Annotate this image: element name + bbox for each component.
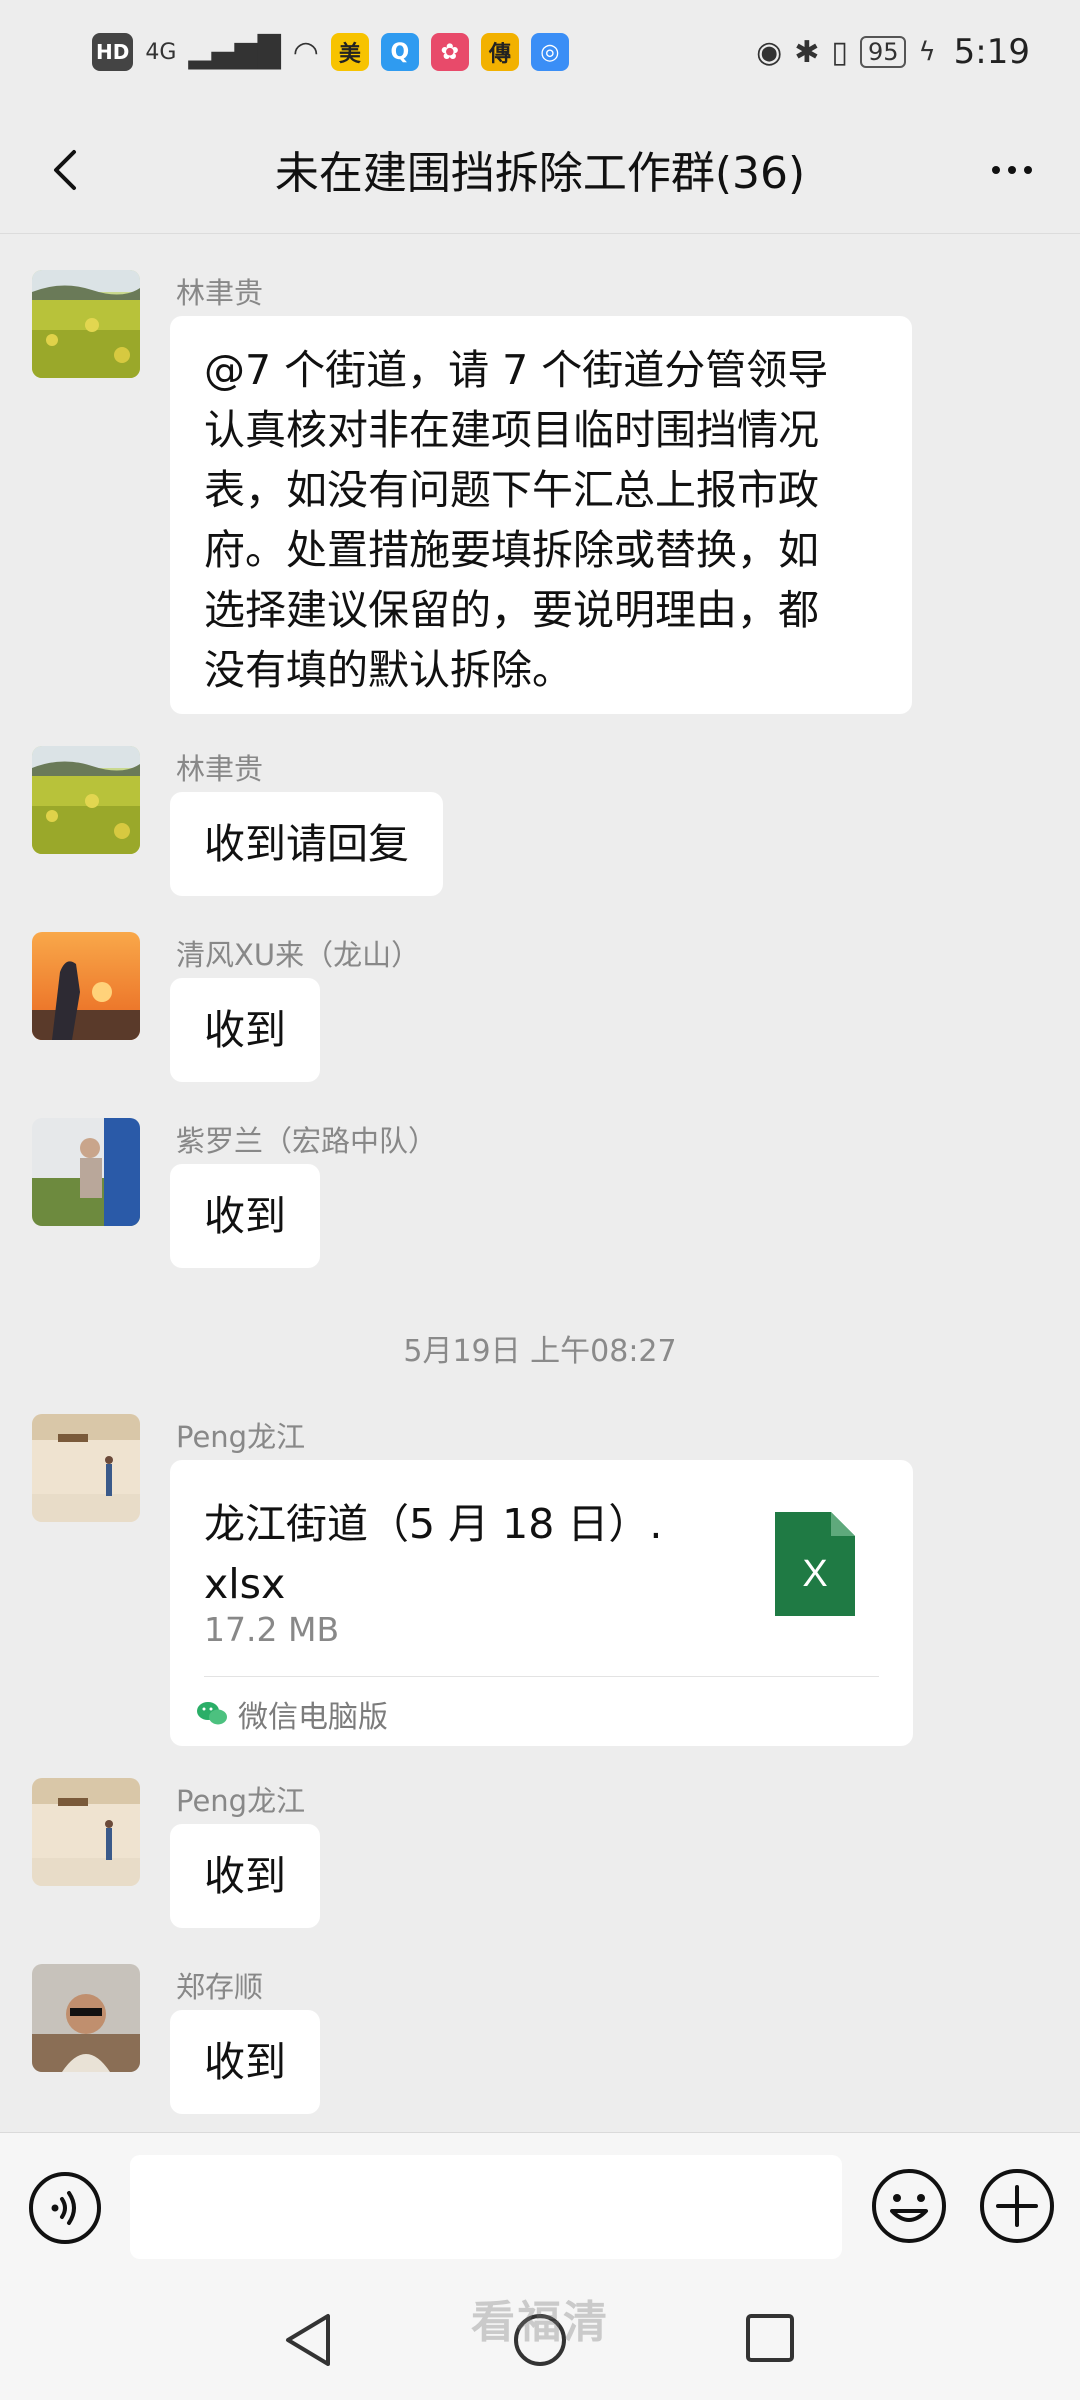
charging-icon: ϟ [918,37,936,67]
message-line: 府。处置措施要填拆除或替换，如 [204,526,819,574]
message-line: 选择建议保留的，要说明理由，都 [204,586,819,634]
message-text: 收到 [204,2038,286,2086]
voice-input-button[interactable] [28,2171,102,2249]
watermark: 看福清 [471,2297,609,2348]
triangle-back-icon [286,2314,330,2366]
message-bubble[interactable]: 收到 [170,1824,320,1928]
outdoor-avatar-icon [32,1118,140,1226]
avatar[interactable] [32,1118,140,1226]
more-dots-icon [1024,166,1032,174]
room-avatar-icon [32,1778,140,1886]
group-title: 未在建围挡拆除工作群(36) [274,147,806,199]
voice-icon [29,2172,101,2244]
more-dots-icon [992,166,1000,174]
more-actions-button[interactable] [978,2167,1056,2249]
avatar[interactable] [32,746,140,854]
avatar[interactable] [32,932,140,1040]
message-bubble[interactable]: 收到 [170,1164,320,1268]
sender-name: 紫罗兰（宏路中队） [176,1124,438,1158]
file-name: 龙江街道（5 月 18 日）. xlsx [204,1494,724,1614]
message-line: 没有填的默认拆除。 [204,646,573,694]
rapeseed-field-avatar-icon [32,746,140,854]
room-avatar-icon [32,1414,140,1522]
message-text: 收到请回复 [204,820,409,868]
app-notification-icon: 傳 [480,33,519,71]
sender-name: Peng龙江 [176,1784,306,1818]
status-right: ◉ ✱ ▯ 95 ϟ 5:19 [756,32,1030,72]
time-separator: 5月19日 上午08:27 [403,1334,677,1369]
file-type-label: X [802,1553,827,1595]
message-bubble[interactable]: 收到请回复 [170,792,443,896]
message-text: 收到 [204,1006,286,1054]
more-dots-icon [1008,166,1016,174]
message-text: 收到 [204,1852,286,1900]
app-notification-icon: ◎ [530,33,569,71]
system-recents-button[interactable] [744,2312,796,2368]
message-bubble[interactable]: 收到 [170,978,320,1082]
sender-name: 郑存顺 [176,1970,264,2004]
network-type: 4G [145,39,177,65]
eye-icon: ◉ [756,34,783,70]
file-message-card[interactable]: 龙江街道（5 月 18 日）. xlsx 17.2 MB X 微信电脑版 [170,1460,913,1746]
square-recents-icon [746,2314,794,2362]
sunset-avatar-icon [32,932,140,1040]
sender-name: 林聿贵 [176,752,264,786]
wifi-icon: ◠ [292,34,319,70]
sender-name: 清风XU来（龙山） [176,938,421,972]
app-notification-icon: 美 [330,33,369,71]
avatar[interactable] [32,1414,140,1522]
status-left: HD 4G ▂▄▆█ ◠ 美 Q ✿ 傳 ◎ [92,33,569,71]
more-button[interactable] [972,134,1052,206]
battery-indicator: 95 [859,36,907,68]
emoji-button[interactable] [870,2167,948,2249]
message-line: 认真核对非在建项目临时围挡情况 [204,406,819,454]
message-bubble[interactable]: @7 个街道，请 7 个街道分管领导 认真核对非在建项目临时围挡情况 表，如没有… [170,316,912,714]
man-in-car-avatar-icon [32,1964,140,2072]
message-line: 表，如没有问题下午汇总上报市政 [204,466,819,514]
chat-area[interactable]: 林聿贵 @7 个街道，请 7 个街道分管领导 认真核对非在建项目临时围挡情况 表… [0,236,1080,2130]
chevron-left-icon [54,150,76,190]
message-bubble[interactable]: 收到 [170,2010,320,2114]
vibrate-icon: ▯ [831,34,848,70]
file-name-line: 龙江街道（5 月 18 日）. [204,1500,663,1548]
file-source: 微信电脑版 [196,1692,388,1736]
source-label: 微信电脑版 [238,1700,388,1735]
signal-icon: ▂▄▆█ [188,34,281,70]
input-bar [0,2132,1080,2280]
message-input[interactable] [130,2155,842,2259]
avatar[interactable] [32,1778,140,1886]
file-size: 17.2 MB [204,1610,340,1649]
status-bar: HD 4G ▂▄▆█ ◠ 美 Q ✿ 傳 ◎ ◉ ✱ ▯ 95 ϟ 5:19 [0,0,1080,104]
smiley-icon [872,2169,946,2243]
sender-name: Peng龙江 [176,1420,306,1454]
message-line: @7 个街道，请 7 个街道分管领导 [204,346,829,394]
app-notification-icon: Q [380,33,419,71]
system-back-button[interactable] [280,2310,336,2374]
message-text: 收到 [204,1192,286,1240]
rapeseed-field-avatar-icon [32,270,140,378]
bluetooth-icon: ✱ [794,34,820,70]
sender-name: 林聿贵 [176,276,264,310]
wechat-pc-icon [197,1702,227,1725]
excel-file-icon: X [775,1512,855,1620]
avatar[interactable] [32,1964,140,2072]
avatar[interactable] [32,270,140,378]
chat-header: 未在建围挡拆除工作群(36) [0,104,1080,234]
clock: 5:19 [953,32,1030,72]
hd-badge: HD [92,33,134,71]
divider [204,1676,879,1677]
plus-icon [980,2169,1054,2243]
app-notification-icon: ✿ [430,33,469,71]
file-name-line: xlsx [204,1560,286,1608]
back-button[interactable] [30,134,102,206]
